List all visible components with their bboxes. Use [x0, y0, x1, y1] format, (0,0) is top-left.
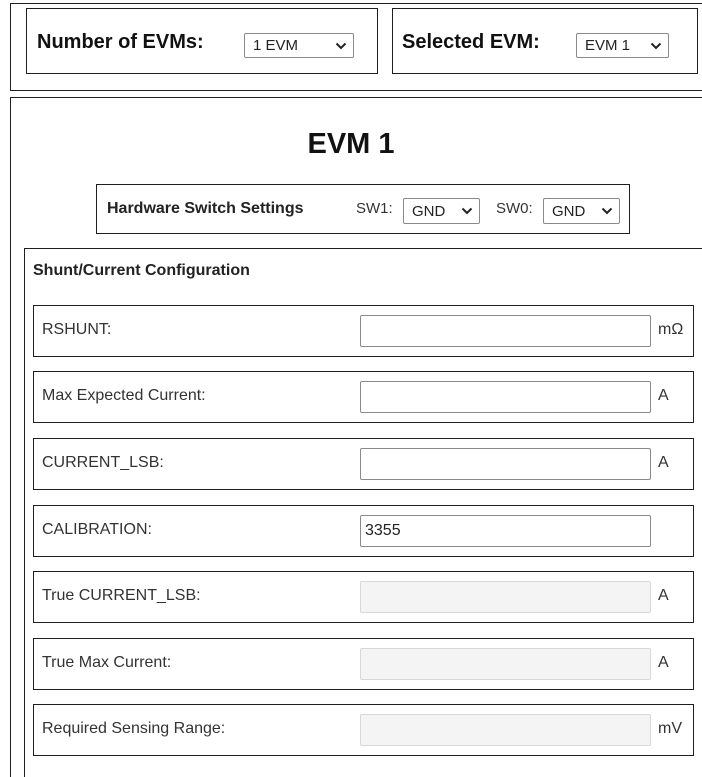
sw1-label: SW1:: [356, 200, 393, 217]
sw0-label: SW0:: [496, 200, 533, 217]
chevron-down-icon: [601, 207, 613, 215]
true-max-current-input: [360, 648, 651, 680]
selected-evm-panel: Selected EVM: EVM 1: [392, 8, 698, 74]
shunt-section-left-border: [24, 248, 25, 777]
selected-evm-select[interactable]: EVM 1: [576, 33, 669, 58]
evm-panel-top-border: [10, 97, 702, 98]
true-max-current-label: True Max Current:: [42, 654, 172, 671]
true-current-lsb-label: True CURRENT_LSB:: [42, 587, 201, 604]
sw0-value: GND: [552, 202, 586, 220]
sw1-select[interactable]: GND: [403, 198, 480, 224]
calibration-label: CALIBRATION:: [42, 521, 152, 538]
true-max-current-unit: A: [658, 654, 669, 671]
required-sensing-range-row: Required Sensing Range: mV: [33, 704, 694, 756]
sw1-value: GND: [412, 202, 446, 220]
required-sensing-range-unit: mV: [658, 720, 682, 737]
num-evms-value: 1 EVM: [253, 37, 299, 54]
num-evms-select[interactable]: 1 EVM: [244, 33, 354, 58]
chevron-down-icon: [461, 207, 473, 215]
evm-title: EVM 1: [307, 128, 395, 160]
top-bottom-rule: [10, 90, 702, 91]
chevron-down-icon: [335, 42, 347, 50]
current-lsb-unit: A: [658, 454, 669, 471]
max-expected-current-unit: A: [658, 387, 669, 404]
sw0-select[interactable]: GND: [543, 198, 620, 224]
current-lsb-label: CURRENT_LSB:: [42, 454, 164, 471]
current-lsb-input[interactable]: [360, 448, 651, 480]
max-expected-current-label: Max Expected Current:: [42, 387, 206, 404]
true-max-current-row: True Max Current: A: [33, 638, 694, 690]
max-expected-current-input[interactable]: [360, 381, 651, 413]
required-sensing-range-input: [360, 714, 651, 746]
required-sensing-range-label: Required Sensing Range:: [42, 720, 226, 737]
current-lsb-row: CURRENT_LSB: A: [33, 438, 694, 490]
calibration-input[interactable]: [360, 515, 651, 547]
calibration-row: CALIBRATION:: [33, 505, 694, 557]
true-current-lsb-unit: A: [658, 587, 669, 604]
shunt-section-title: Shunt/Current Configuration: [33, 262, 250, 279]
selected-evm-label: Selected EVM:: [402, 31, 540, 53]
chevron-down-icon: [650, 42, 662, 50]
true-current-lsb-row: True CURRENT_LSB: A: [33, 571, 694, 623]
max-expected-current-row: Max Expected Current: A: [33, 371, 694, 423]
evm-panel-left-border: [10, 97, 11, 777]
top-rule: [10, 3, 702, 4]
rshunt-row: RSHUNT: mΩ: [33, 305, 694, 357]
hardware-switch-label: Hardware Switch Settings: [107, 200, 304, 217]
selected-evm-value: EVM 1: [585, 37, 631, 54]
shunt-section-top-border: [24, 248, 702, 249]
top-left-rule: [10, 3, 11, 91]
num-evms-label: Number of EVMs:: [37, 31, 204, 53]
rshunt-unit: mΩ: [658, 321, 684, 338]
true-current-lsb-input: [360, 581, 651, 613]
rshunt-input[interactable]: [360, 315, 651, 347]
num-evms-panel: Number of EVMs: 1 EVM: [26, 8, 378, 74]
rshunt-label: RSHUNT:: [42, 321, 112, 338]
hardware-switch-panel: Hardware Switch Settings SW1: GND SW0: G…: [96, 184, 630, 234]
